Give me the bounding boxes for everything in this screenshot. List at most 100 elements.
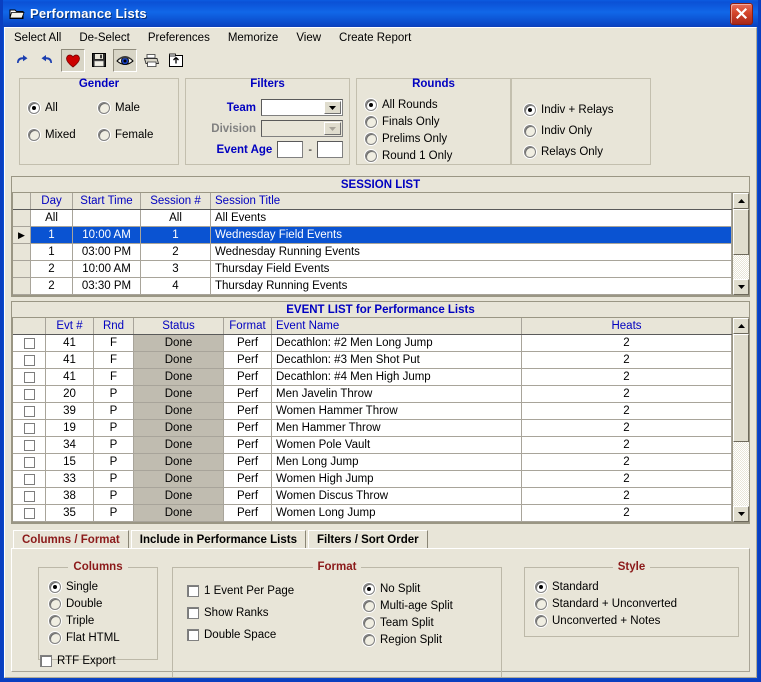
row-checkbox[interactable] bbox=[13, 471, 46, 487]
menu-preferences[interactable]: Preferences bbox=[146, 31, 212, 45]
row-marker[interactable] bbox=[13, 261, 31, 277]
split-option-no-split[interactable]: No Split bbox=[363, 580, 453, 597]
column-header[interactable]: Event Name bbox=[272, 318, 522, 334]
split-option-multi-age[interactable]: Multi-age Split bbox=[363, 597, 453, 614]
scroll-track[interactable] bbox=[733, 442, 749, 506]
column-header[interactable]: Rnd bbox=[94, 318, 134, 334]
style-option-standard[interactable]: Standard bbox=[535, 578, 732, 595]
scroll-down-button[interactable] bbox=[733, 279, 749, 295]
row-checkbox[interactable] bbox=[13, 437, 46, 453]
table-row[interactable]: 41 F Done Perf Decathlon: #4 Men High Jump 2 bbox=[13, 369, 732, 386]
rounds-option-finals[interactable]: Finals Only bbox=[365, 113, 452, 130]
row-checkbox[interactable] bbox=[13, 403, 46, 419]
table-row[interactable]: All All All Events bbox=[13, 210, 732, 227]
scroll-up-button[interactable] bbox=[733, 318, 749, 334]
table-row[interactable]: 19 P Done Perf Men Hammer Throw 2 bbox=[13, 420, 732, 437]
preview-button[interactable] bbox=[113, 48, 137, 72]
tab-filters-sort-order[interactable]: Filters / Sort Order bbox=[307, 530, 428, 548]
row-checkbox[interactable] bbox=[13, 505, 46, 521]
tab-columns-format[interactable]: Columns / Format bbox=[13, 530, 129, 548]
gender-option-all[interactable]: All bbox=[28, 99, 76, 116]
column-header[interactable]: Session # bbox=[141, 193, 211, 209]
table-row[interactable]: 41 F Done Perf Decathlon: #3 Men Shot Put 2 bbox=[13, 352, 732, 369]
rtf-export-checkbox[interactable]: RTF Export bbox=[40, 652, 116, 669]
row-checkbox[interactable] bbox=[13, 420, 46, 436]
table-row[interactable]: 2 10:00 AM 3 Thursday Field Events bbox=[13, 261, 732, 278]
scroll-track[interactable] bbox=[733, 255, 749, 279]
rounds-option-all[interactable]: All Rounds bbox=[365, 96, 452, 113]
row-checkbox[interactable] bbox=[13, 386, 46, 402]
row-marker[interactable] bbox=[13, 278, 31, 294]
double-space-checkbox[interactable]: Double Space bbox=[187, 624, 294, 646]
row-checkbox[interactable] bbox=[13, 454, 46, 470]
gender-option-female[interactable]: Female bbox=[98, 126, 153, 143]
column-header[interactable]: Heats bbox=[522, 318, 732, 334]
show-ranks-checkbox[interactable]: Show Ranks bbox=[187, 602, 294, 624]
team-combo[interactable] bbox=[261, 99, 343, 116]
column-header[interactable]: Evt # bbox=[46, 318, 94, 334]
split-option-region[interactable]: Region Split bbox=[363, 631, 453, 648]
column-header[interactable]: Session Title bbox=[211, 193, 732, 209]
scroll-thumb[interactable] bbox=[733, 209, 749, 255]
scroll-thumb[interactable] bbox=[733, 334, 749, 442]
menu-select-all[interactable]: Select All bbox=[12, 31, 63, 45]
row-marker[interactable] bbox=[13, 244, 31, 260]
style-option-standard-unconverted[interactable]: Standard + Unconverted bbox=[535, 595, 732, 612]
favorites-button[interactable] bbox=[61, 48, 85, 72]
table-row[interactable]: 35 P Done Perf Women Long Jump 2 bbox=[13, 505, 732, 522]
columns-option-single[interactable]: Single bbox=[49, 578, 151, 595]
table-row[interactable]: 33 P Done Perf Women High Jump 2 bbox=[13, 471, 732, 488]
row-checkbox[interactable] bbox=[13, 369, 46, 385]
style-option-unconverted-notes[interactable]: Unconverted + Notes bbox=[535, 612, 732, 629]
event-age-from-input[interactable] bbox=[277, 141, 304, 158]
menu-de-select[interactable]: De-Select bbox=[77, 31, 132, 45]
table-row[interactable]: 41 F Done Perf Decathlon: #2 Men Long Jump 2 bbox=[13, 335, 732, 352]
row-checkbox[interactable] bbox=[13, 335, 46, 351]
gender-option-mixed[interactable]: Mixed bbox=[28, 126, 76, 143]
event-age-to-input[interactable] bbox=[317, 141, 343, 158]
one-event-per-page-checkbox[interactable]: 1 Event Per Page bbox=[187, 580, 294, 602]
close-button[interactable] bbox=[730, 2, 753, 25]
event-list-scrollbar[interactable] bbox=[732, 318, 749, 522]
save-button[interactable] bbox=[88, 50, 110, 71]
session-list-scrollbar[interactable] bbox=[732, 193, 749, 295]
column-header[interactable]: Day bbox=[31, 193, 73, 209]
scroll-up-button[interactable] bbox=[733, 193, 749, 209]
gender-option-male[interactable]: Male bbox=[98, 99, 153, 116]
row-marker[interactable] bbox=[13, 210, 31, 226]
rounds-option-round1[interactable]: Round 1 Only bbox=[365, 147, 452, 164]
columns-option-triple[interactable]: Triple bbox=[49, 612, 151, 629]
export-button[interactable] bbox=[165, 50, 187, 71]
column-header[interactable]: Status bbox=[134, 318, 224, 334]
row-checkbox[interactable] bbox=[13, 352, 46, 368]
print-button[interactable] bbox=[140, 50, 162, 71]
table-row[interactable]: 38 P Done Perf Women Discus Throw 2 bbox=[13, 488, 732, 505]
select-all-header[interactable] bbox=[13, 318, 46, 334]
table-row[interactable]: 39 P Done Perf Women Hammer Throw 2 bbox=[13, 403, 732, 420]
relays-option-indiv[interactable]: Indiv Only bbox=[524, 122, 614, 139]
table-row[interactable]: 1 03:00 PM 2 Wednesday Running Events bbox=[13, 244, 732, 261]
table-row[interactable]: 34 P Done Perf Women Pole Vault 2 bbox=[13, 437, 732, 454]
menu-memorize[interactable]: Memorize bbox=[226, 31, 280, 45]
menu-view[interactable]: View bbox=[294, 31, 323, 45]
row-checkbox[interactable] bbox=[13, 488, 46, 504]
table-row[interactable]: 20 P Done Perf Men Javelin Throw 2 bbox=[13, 386, 732, 403]
columns-option-double[interactable]: Double bbox=[49, 595, 151, 612]
column-header[interactable]: Start Time bbox=[73, 193, 141, 209]
relays-option-relays[interactable]: Relays Only bbox=[524, 143, 614, 160]
table-row[interactable]: 15 P Done Perf Men Long Jump 2 bbox=[13, 454, 732, 471]
redo-button[interactable] bbox=[11, 50, 33, 71]
table-row[interactable]: ▶ 1 10:00 AM 1 Wednesday Field Events bbox=[13, 227, 732, 244]
menu-create-report[interactable]: Create Report bbox=[337, 31, 413, 45]
columns-option-flat-html[interactable]: Flat HTML bbox=[49, 629, 151, 646]
split-option-team[interactable]: Team Split bbox=[363, 614, 453, 631]
undo-button[interactable] bbox=[36, 50, 58, 71]
column-header[interactable]: Format bbox=[224, 318, 272, 334]
tab-include-in-performance-lists[interactable]: Include in Performance Lists bbox=[130, 530, 306, 548]
relays-option-indiv-relays[interactable]: Indiv + Relays bbox=[524, 101, 614, 118]
scroll-down-button[interactable] bbox=[733, 506, 749, 522]
division-combo[interactable] bbox=[261, 120, 343, 137]
table-row[interactable]: 2 03:30 PM 4 Thursday Running Events bbox=[13, 278, 732, 295]
row-marker[interactable]: ▶ bbox=[13, 227, 31, 243]
rounds-option-prelims[interactable]: Prelims Only bbox=[365, 130, 452, 147]
